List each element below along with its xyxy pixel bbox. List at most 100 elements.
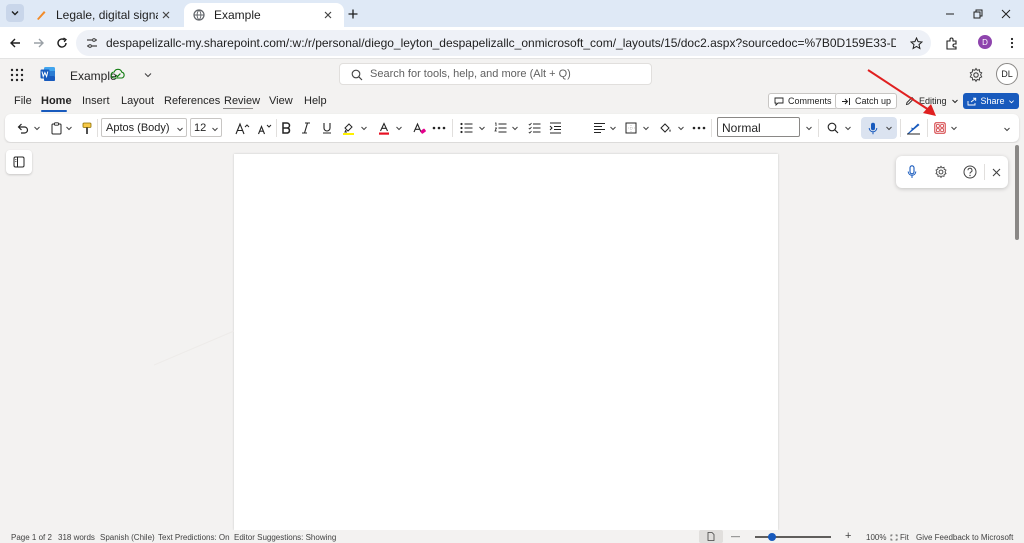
ribbon-expand-chevron-icon[interactable] (1003, 125, 1011, 133)
checklist-button[interactable] (527, 120, 541, 136)
close-icon[interactable] (158, 7, 174, 23)
forward-button[interactable] (30, 34, 48, 52)
back-button[interactable] (6, 34, 24, 52)
undo-button[interactable] (14, 120, 30, 136)
page-count[interactable]: Page 1 of 2 (11, 533, 52, 542)
chevron-down-icon[interactable] (805, 124, 813, 132)
dictation-help-button[interactable] (962, 164, 978, 180)
zoom-level[interactable]: 100% (866, 533, 886, 542)
chevron-down-icon[interactable] (33, 124, 41, 132)
font-color-button[interactable] (377, 120, 391, 136)
style-dropdown[interactable]: Normal (717, 117, 800, 137)
share-button[interactable]: Share (963, 93, 1019, 109)
indent-button[interactable] (548, 120, 562, 136)
help-icon (963, 165, 977, 179)
chevron-down-icon[interactable] (395, 124, 403, 132)
chevron-down-icon[interactable] (65, 124, 73, 132)
more-paragraph-options-button[interactable] (691, 120, 707, 136)
dictation-settings-button[interactable] (933, 164, 949, 180)
tab-insert[interactable]: Insert (82, 95, 110, 107)
numbering-button[interactable] (493, 120, 507, 136)
address-bar[interactable]: despapelizallc-my.sharepoint.com/:w:/r/p… (76, 30, 931, 56)
restore-button[interactable] (969, 5, 987, 23)
more-font-options-button[interactable] (431, 120, 447, 136)
align-button[interactable] (592, 120, 606, 136)
chevron-down-icon[interactable] (360, 124, 368, 132)
format-painter-button[interactable] (80, 120, 94, 136)
underline-button[interactable] (321, 120, 333, 136)
chevron-down-icon[interactable] (844, 124, 852, 132)
user-avatar[interactable]: DL (996, 63, 1018, 85)
tab-home[interactable]: Home (41, 95, 72, 107)
italic-button[interactable] (300, 120, 312, 136)
browser-menu-button[interactable] (1003, 34, 1021, 52)
app-launcher-icon[interactable] (10, 68, 24, 82)
new-tab-button[interactable] (344, 5, 362, 23)
site-info-icon[interactable] (84, 35, 100, 51)
tab-list-icon (11, 11, 19, 16)
tab-file[interactable]: File (14, 95, 32, 107)
tab-review[interactable]: Review (224, 95, 260, 107)
paste-button[interactable] (49, 120, 63, 136)
chevron-down-icon[interactable] (609, 124, 617, 132)
comments-button[interactable]: Comments (768, 93, 838, 109)
extensions-button[interactable] (942, 34, 960, 52)
chevron-down-icon[interactable] (478, 124, 486, 132)
shading-button[interactable] (658, 120, 674, 136)
feedback-link[interactable]: Give Feedback to Microsoft (916, 533, 1013, 542)
dictation-toolbar (896, 156, 1008, 188)
browser-tab-legale[interactable]: Legale, digital signature (26, 3, 182, 27)
bullets-button[interactable] (459, 120, 473, 136)
language[interactable]: Spanish (Chile) (100, 533, 155, 542)
chevron-down-icon[interactable] (642, 124, 650, 132)
chevron-down-icon[interactable] (143, 70, 153, 80)
fit-button[interactable]: Fit (890, 533, 909, 542)
cloud-saved-icon[interactable] (110, 67, 126, 81)
reload-button[interactable] (53, 34, 71, 52)
minimize-button[interactable] (941, 5, 959, 23)
catch-up-icon (842, 97, 850, 105)
bold-button[interactable] (280, 120, 292, 136)
microphone-button[interactable] (904, 164, 920, 180)
tab-help[interactable]: Help (304, 95, 327, 107)
editor-suggestions[interactable]: Editor Suggestions: Showing (234, 533, 336, 542)
tab-list-button[interactable] (6, 4, 24, 22)
profile-avatar[interactable]: D (978, 35, 992, 49)
document-page[interactable] (154, 154, 778, 530)
zoom-slider-thumb[interactable] (768, 533, 776, 541)
tab-view[interactable]: View (269, 95, 293, 107)
reload-icon (57, 37, 67, 48)
chevron-down-icon[interactable] (677, 124, 685, 132)
tab-layout[interactable]: Layout (121, 95, 154, 107)
tab-references[interactable]: References (164, 95, 220, 107)
close-dictation-button[interactable] (988, 164, 1004, 180)
grow-font-button[interactable] (234, 120, 250, 136)
star-icon[interactable] (908, 35, 924, 51)
find-button[interactable] (826, 120, 840, 136)
borders-button[interactable] (624, 120, 638, 136)
close-icon[interactable] (320, 7, 336, 23)
vertical-scrollbar[interactable] (1015, 145, 1019, 240)
browser-toolbar: despapelizallc-my.sharepoint.com/:w:/r/p… (0, 27, 1024, 59)
chevron-down-icon[interactable] (511, 124, 519, 132)
close-window-button[interactable] (997, 5, 1015, 23)
chevron-down-icon (212, 127, 218, 132)
zoom-in-button[interactable]: + (845, 530, 851, 542)
word-count[interactable]: 318 words (58, 533, 95, 542)
chevron-down-icon[interactable] (950, 124, 958, 132)
shrink-font-button[interactable] (256, 120, 272, 136)
print-layout-button[interactable] (699, 530, 723, 543)
browser-tab-example[interactable]: Example (184, 3, 344, 27)
font-name-dropdown[interactable]: Aptos (Body) (101, 118, 187, 137)
navigation-pane-button[interactable] (6, 150, 32, 174)
settings-icon[interactable] (968, 67, 984, 83)
clear-formatting-button[interactable] (411, 120, 427, 136)
text-predictions[interactable]: Text Predictions: On (158, 533, 230, 542)
font-size-dropdown[interactable]: 12 (190, 118, 222, 137)
word-logo-icon[interactable] (40, 66, 56, 82)
zoom-out-button[interactable]: — (731, 531, 740, 541)
chevron-down-icon[interactable] (885, 124, 893, 132)
highlight-button[interactable] (341, 120, 355, 136)
zoom-slider-track[interactable] (755, 536, 831, 538)
search-box[interactable]: Search for tools, help, and more (Alt + … (339, 63, 652, 85)
